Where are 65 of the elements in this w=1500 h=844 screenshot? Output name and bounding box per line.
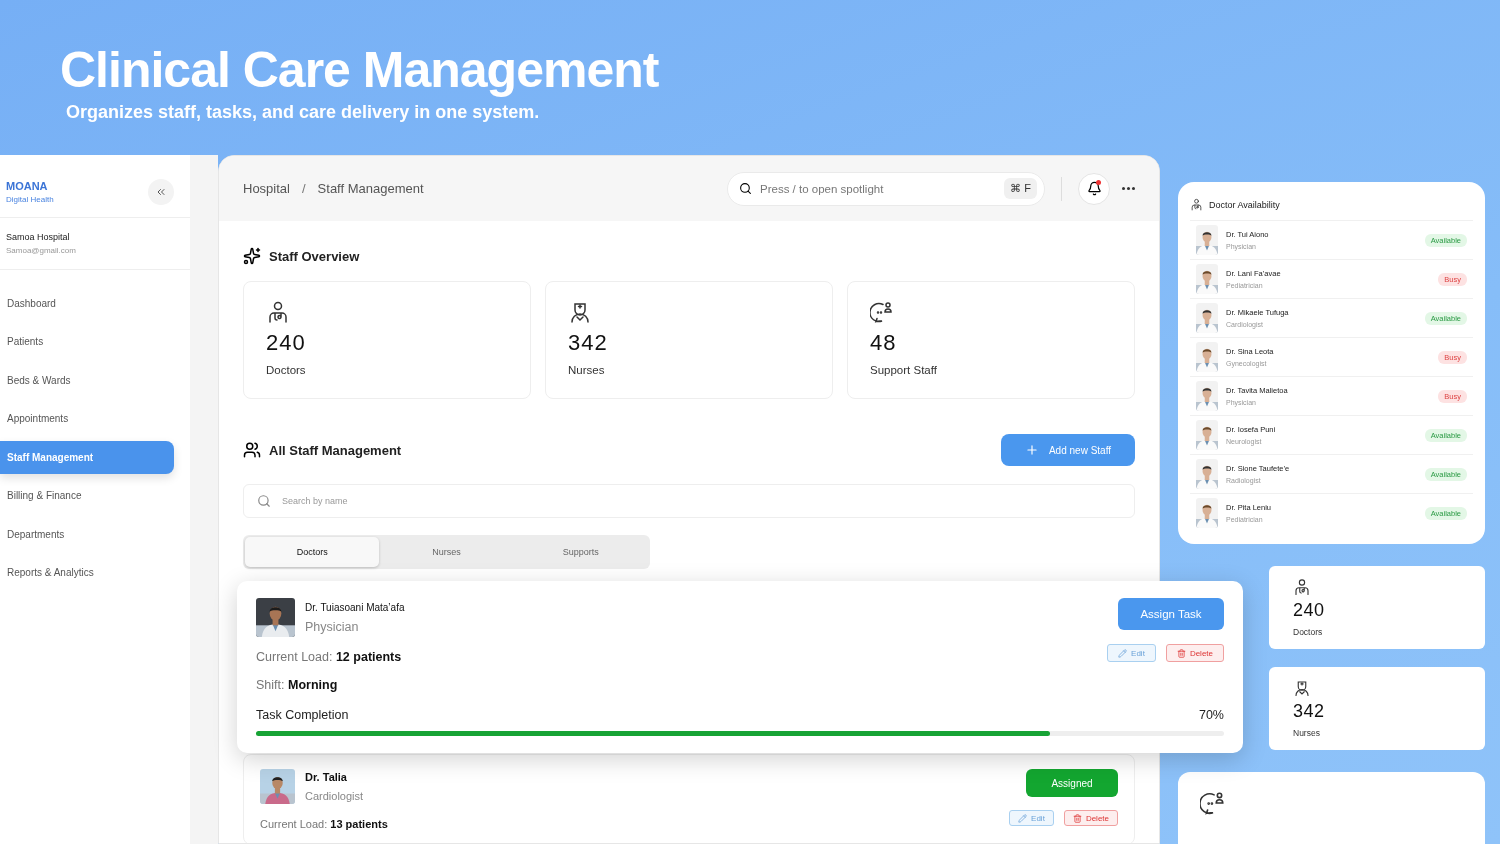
nurse-icon bbox=[568, 300, 592, 324]
trash-icon bbox=[1072, 813, 1082, 823]
breadcrumb-separator: / bbox=[301, 181, 306, 196]
breadcrumb-item[interactable]: Hospital bbox=[243, 181, 290, 196]
nav-item[interactable]: Beds & Wards bbox=[0, 364, 174, 397]
card-title: Doctor Availability bbox=[1209, 199, 1280, 210]
stat-value: 342 bbox=[1293, 701, 1325, 722]
pencil-icon bbox=[1118, 648, 1128, 658]
nav-item[interactable]: Billing & Finance bbox=[0, 479, 174, 512]
nurse-icon bbox=[1293, 679, 1311, 697]
nav-item[interactable]: Dashboard bbox=[0, 287, 174, 320]
nav-item[interactable]: Patients bbox=[0, 325, 174, 358]
tab[interactable]: Doctors bbox=[245, 537, 380, 567]
brand-name: MOANA bbox=[6, 180, 49, 192]
staff-role: Physician bbox=[305, 619, 360, 634]
brand-tagline: Digital Health bbox=[6, 195, 54, 204]
section-title: All Staff Management bbox=[269, 442, 402, 458]
people-icon bbox=[243, 441, 261, 459]
hospital-name: Samoa Hospital bbox=[6, 232, 71, 242]
search-icon bbox=[257, 494, 271, 508]
doctor-icon bbox=[1190, 198, 1203, 211]
current-load: Current Load: 12 patients bbox=[256, 650, 402, 664]
stat-label: Support Staff bbox=[870, 364, 937, 376]
tab[interactable]: Nurses bbox=[379, 537, 514, 567]
stat-label: Nurses bbox=[1293, 728, 1320, 738]
search-field[interactable]: Search by name bbox=[243, 484, 1135, 518]
shift: Shift: Morning bbox=[256, 678, 338, 692]
stat-label: Nurses bbox=[568, 364, 605, 376]
stat-value: 48 bbox=[870, 330, 897, 356]
tab[interactable]: Supports bbox=[513, 537, 648, 567]
chat-person-icon bbox=[1200, 790, 1226, 816]
delete-button[interactable]: Delete bbox=[1165, 644, 1224, 662]
doctor-icon bbox=[1293, 578, 1311, 596]
stat-value: 240 bbox=[266, 330, 306, 356]
page-title: Clinical Care Management bbox=[60, 41, 660, 100]
stat-label: Doctors bbox=[266, 364, 306, 376]
nav-item[interactable]: Reports & Analytics bbox=[0, 556, 174, 589]
delete-button[interactable]: Delete bbox=[1063, 810, 1118, 826]
sparkles-icon bbox=[243, 247, 261, 265]
staff-role: Cardiologist bbox=[305, 790, 364, 802]
task-completion-label: Task Completion bbox=[256, 708, 349, 722]
breadcrumb-item[interactable]: Staff Management bbox=[317, 181, 424, 196]
task-completion-value: 70% bbox=[1198, 708, 1224, 722]
notification-button[interactable] bbox=[1078, 172, 1110, 205]
more-icon bbox=[1122, 187, 1135, 190]
chat-person-icon bbox=[870, 300, 894, 324]
page-subtitle: Organizes staff, tasks, and care delivery in one system. bbox=[66, 102, 541, 123]
more-button[interactable] bbox=[1122, 187, 1135, 190]
stat-label: Doctors bbox=[1293, 627, 1323, 637]
stat-value: 342 bbox=[568, 330, 608, 356]
staff-name: Dr. Tuiasoani Mata’afa bbox=[305, 601, 405, 613]
nav-item[interactable]: Appointments bbox=[0, 402, 174, 435]
bell-icon bbox=[1086, 181, 1102, 196]
plus-icon bbox=[1024, 443, 1039, 457]
pencil-icon bbox=[1018, 813, 1028, 823]
chevrons-left-icon bbox=[155, 186, 167, 198]
current-load: Current Load: 13 patients bbox=[260, 818, 388, 830]
trash-icon bbox=[1176, 648, 1186, 658]
doctor-icon bbox=[266, 300, 290, 324]
nav-item[interactable]: Departments bbox=[0, 518, 174, 551]
search-icon bbox=[739, 181, 752, 195]
hospital-email: Samoa@gmail.com bbox=[6, 246, 77, 255]
stat-value: 240 bbox=[1293, 600, 1325, 621]
staff-name: Dr. Talia bbox=[305, 771, 348, 783]
section-title: Staff Overview bbox=[269, 248, 360, 264]
